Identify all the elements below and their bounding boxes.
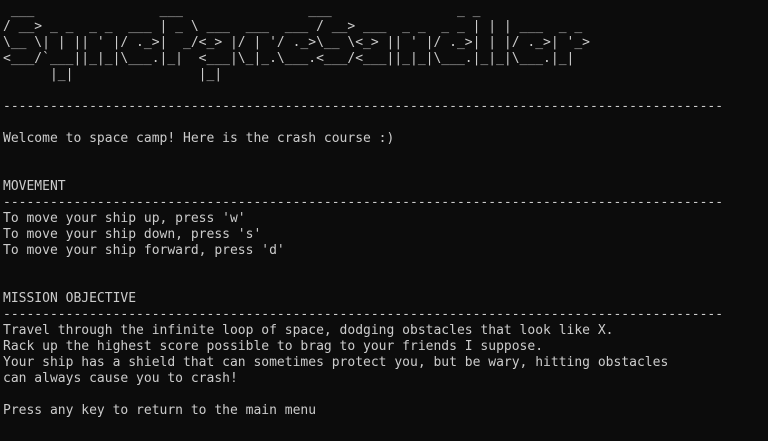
return-prompt: Press any key to return to the main menu xyxy=(3,403,317,418)
terminal-window[interactable]: ___ ___ ___ _ _ / __> _ _ _ _ ___ | _ \ … xyxy=(0,0,768,441)
mission-line: Your ship has a shield that can sometime… xyxy=(3,355,669,370)
welcome-message: Welcome to space camp! Here is the crash… xyxy=(3,131,395,146)
mission-line: Travel through the infinite loop of spac… xyxy=(3,323,614,338)
section-divider: ----------------------------------------… xyxy=(3,99,724,114)
section-divider: ----------------------------------------… xyxy=(3,195,724,210)
mission-heading: MISSION OBJECTIVE xyxy=(3,291,137,306)
ascii-art-banner: ___ ___ ___ _ _ / __> _ _ _ _ ___ | _ \ … xyxy=(3,3,590,82)
mission-line: can always cause you to crash! xyxy=(3,371,238,386)
movement-line: To move your ship forward, press 'd' xyxy=(3,243,285,258)
mission-line: Rack up the highest score possible to br… xyxy=(3,339,544,354)
section-divider: ----------------------------------------… xyxy=(3,307,724,322)
movement-line: To move your ship up, press 'w' xyxy=(3,211,246,226)
movement-line: To move your ship down, press 's' xyxy=(3,227,262,242)
movement-heading: MOVEMENT xyxy=(3,179,66,194)
